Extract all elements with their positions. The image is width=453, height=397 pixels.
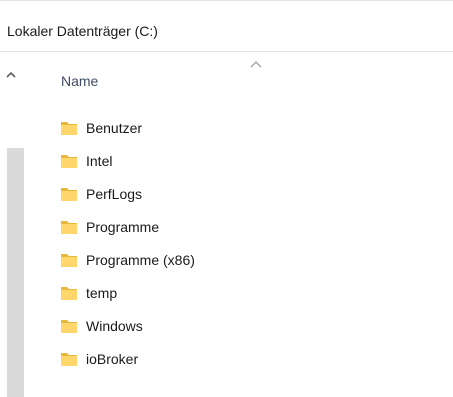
file-name: temp bbox=[86, 284, 118, 301]
folder-icon bbox=[61, 187, 77, 201]
file-name: Programme (x86) bbox=[86, 251, 195, 268]
file-name: Benutzer bbox=[86, 119, 143, 136]
folder-icon bbox=[61, 286, 77, 300]
folder-icon bbox=[61, 220, 77, 234]
file-name: Intel bbox=[86, 152, 113, 169]
scroll-up-arrow-icon[interactable] bbox=[4, 68, 18, 82]
file-name: PerfLogs bbox=[86, 185, 143, 202]
folder-icon bbox=[61, 319, 77, 333]
file-name: Programme bbox=[86, 218, 160, 235]
list-item-intel[interactable]: Intel bbox=[60, 144, 320, 177]
sort-ascending-icon bbox=[250, 61, 262, 68]
list-item-iobroker[interactable]: ioBroker bbox=[60, 342, 320, 375]
folder-icon bbox=[61, 154, 77, 168]
list-item-benutzer[interactable]: Benutzer bbox=[60, 111, 320, 144]
current-location-label: Lokaler Datenträger (C:) bbox=[7, 23, 158, 39]
folder-icon bbox=[61, 352, 77, 366]
file-name: Windows bbox=[86, 317, 143, 334]
folder-icon bbox=[61, 121, 77, 135]
address-bar-divider bbox=[0, 51, 453, 52]
scrollbar-thumb[interactable] bbox=[7, 148, 24, 397]
list-item-temp[interactable]: temp bbox=[60, 276, 320, 309]
folder-icon bbox=[61, 253, 77, 267]
list-item-perflogs[interactable]: PerfLogs bbox=[60, 177, 320, 210]
list-item-programme[interactable]: Programme bbox=[60, 210, 320, 243]
column-header-name[interactable]: Name bbox=[61, 73, 98, 89]
list-item-windows[interactable]: Windows bbox=[60, 309, 320, 342]
list-item-programme-x86[interactable]: Programme (x86) bbox=[60, 243, 320, 276]
address-bar[interactable]: Lokaler Datenträger (C:) bbox=[0, 1, 453, 51]
file-name: ioBroker bbox=[86, 350, 139, 367]
